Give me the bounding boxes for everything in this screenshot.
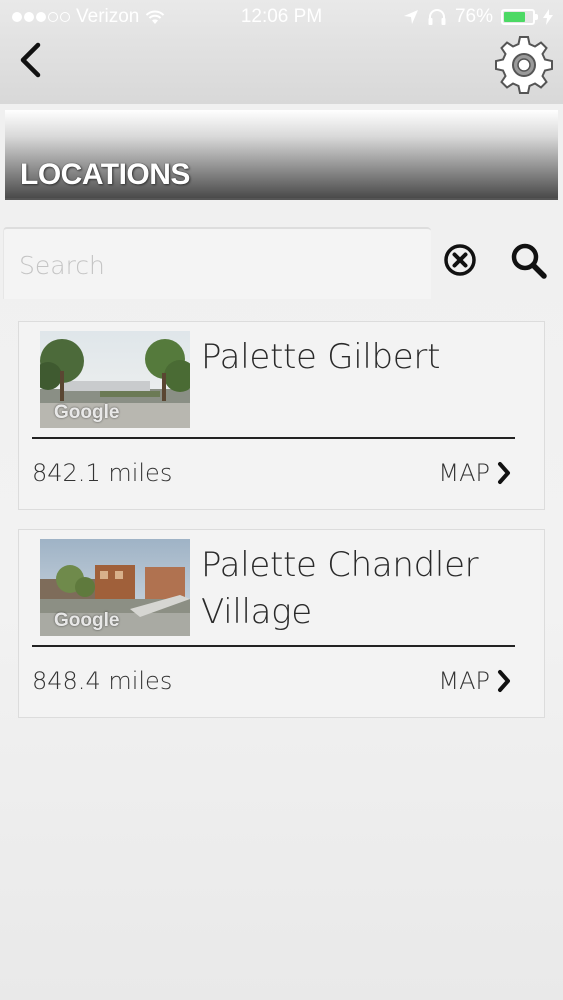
- chevron-left-icon: [20, 42, 41, 78]
- clear-search-button[interactable]: [443, 243, 477, 277]
- map-link[interactable]: MAP: [438, 459, 512, 487]
- location-card[interactable]: Google Palette Gilbert 842.1 miles MAP: [18, 321, 545, 510]
- location-thumbnail: Google: [40, 331, 190, 428]
- status-bar-right: 76%: [403, 6, 553, 28]
- location-thumbnail: Google: [40, 539, 190, 636]
- google-watermark: Google: [54, 402, 120, 423]
- clear-circle-icon: [444, 244, 476, 276]
- battery-percent: 76%: [454, 6, 493, 27]
- battery-icon: [501, 9, 538, 25]
- card-divider: [32, 437, 515, 439]
- map-link-label: MAP: [438, 667, 490, 695]
- chevron-right-icon: [498, 670, 510, 692]
- location-card[interactable]: Google Palette Chandler Village 848.4 mi…: [18, 529, 545, 718]
- page-title: LOCATIONS: [20, 158, 190, 191]
- search-box: [3, 227, 431, 299]
- location-name: Palette Gilbert: [201, 337, 441, 377]
- search-icon: [511, 243, 547, 279]
- status-bar: Verizon 12:06 PM 76%: [0, 0, 563, 36]
- google-watermark: Google: [54, 610, 120, 631]
- card-divider: [32, 645, 515, 647]
- search-button[interactable]: [510, 242, 548, 280]
- charging-bolt-icon: [543, 9, 553, 25]
- locations-header: LOCATIONS: [5, 110, 558, 200]
- location-arrow-icon: [403, 10, 418, 24]
- settings-button[interactable]: [495, 36, 553, 94]
- map-link-label: MAP: [438, 459, 490, 487]
- search-input[interactable]: [19, 245, 419, 285]
- chevron-right-icon: [498, 462, 510, 484]
- gear-icon: [495, 36, 553, 94]
- location-name: Palette Chandler Village: [201, 545, 479, 632]
- headphones-icon: [428, 9, 446, 25]
- map-link[interactable]: MAP: [438, 667, 512, 695]
- location-distance: 848.4 miles: [32, 667, 173, 695]
- back-button[interactable]: [14, 40, 48, 80]
- location-distance: 842.1 miles: [32, 459, 173, 487]
